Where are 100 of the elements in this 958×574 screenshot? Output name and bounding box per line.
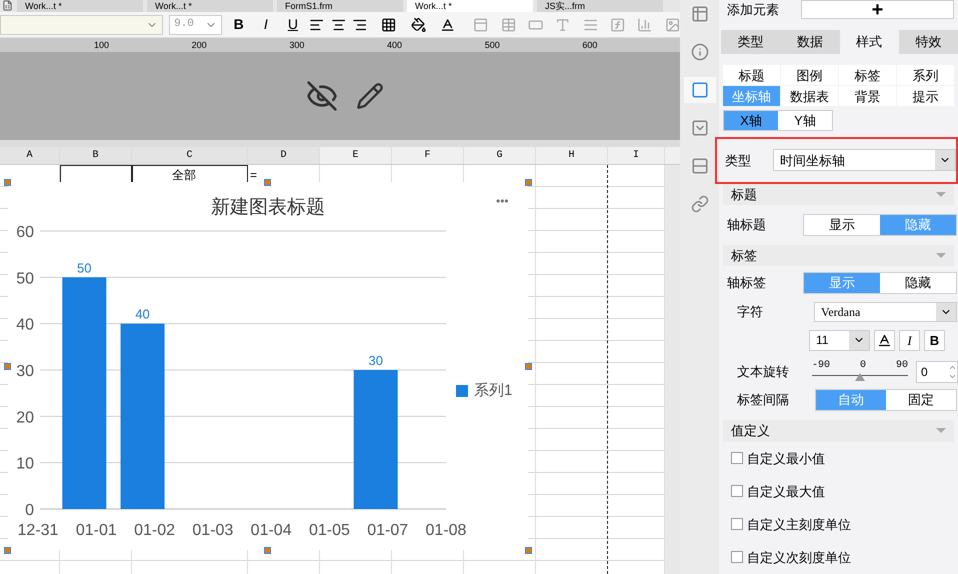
add-element-label: 添加元素 (727, 1, 779, 20)
column-header[interactable]: C (132, 147, 248, 164)
slider-tick-label: -90 (812, 361, 830, 372)
checkbox[interactable] (731, 518, 743, 530)
resize-handle[interactable] (4, 179, 11, 186)
style-tab[interactable]: 图例 (781, 65, 838, 86)
document-tab[interactable]: FormS1.frm (277, 0, 403, 12)
column-header[interactable]: F (392, 147, 464, 164)
column-header[interactable]: A (0, 147, 60, 164)
document-tab[interactable]: JS实...frm (537, 0, 663, 12)
rows-icon (690, 157, 708, 175)
panel-tab[interactable]: 数据 (780, 30, 840, 54)
style-tab[interactable]: 系列 (897, 65, 954, 86)
data-label: 50 (77, 260, 92, 276)
ruler-label: 600 (582, 39, 598, 52)
axis-label: 0 (25, 502, 34, 519)
column-header[interactable]: D (248, 147, 320, 164)
document-tab[interactable]: Work...t * (407, 0, 533, 12)
axis-label: 10 (16, 456, 34, 473)
checkbox[interactable] (731, 551, 743, 564)
link-icon (690, 195, 708, 213)
ruler-label: 100 (94, 39, 110, 52)
more-menu[interactable]: ••• (496, 192, 509, 210)
italic-button[interactable]: I (255, 14, 276, 35)
style-tab[interactable]: 数据表 (781, 86, 838, 106)
info-icon (690, 43, 708, 61)
column-header[interactable]: E (320, 147, 392, 164)
resize-handle[interactable] (4, 363, 11, 370)
document-tab[interactable]: Work...t * (17, 0, 143, 12)
axis-label: 01-05 (308, 522, 350, 539)
add-element-button[interactable]: + (801, 0, 954, 20)
style-tab[interactable]: 标题 (723, 65, 780, 86)
section-header[interactable]: 标签 (723, 244, 954, 266)
font-color-button[interactable] (874, 330, 895, 351)
bar-chart-icon[interactable] (637, 16, 653, 32)
cell-text: = (250, 167, 258, 184)
table-icon (690, 5, 708, 23)
column-header[interactable]: B (60, 147, 132, 164)
checkbox[interactable] (731, 452, 743, 464)
style-tab[interactable]: 背景 (839, 86, 896, 106)
checkbox-label: 自定义最小值 (747, 450, 825, 468)
text-icon[interactable] (555, 16, 571, 32)
resize-handle[interactable] (4, 547, 11, 554)
field-label: 字符 (737, 302, 763, 321)
resize-handle[interactable] (264, 547, 271, 554)
column-header[interactable]: I (608, 147, 665, 164)
fill-icon[interactable] (410, 16, 426, 32)
checkbox-label: 自定义次刻度单位 (747, 548, 851, 567)
document-tab[interactable]: Work...t * (147, 0, 273, 12)
font-name-field[interactable] (0, 14, 164, 34)
axis-tab[interactable]: X轴 (724, 111, 778, 130)
column-header[interactable]: H (536, 147, 608, 164)
column-header[interactable]: G (464, 147, 536, 164)
axis-tab[interactable]: Y轴 (778, 111, 832, 130)
panel-tab[interactable]: 类型 (721, 30, 780, 54)
resize-handle[interactable] (525, 547, 532, 554)
sidebar-tab[interactable] (684, 77, 716, 103)
scrollbar[interactable] (665, 165, 680, 574)
rotation-field[interactable]: 0 (916, 360, 958, 383)
font-select[interactable]: Verdana (814, 302, 957, 322)
field-label: 标签间隔 (737, 391, 789, 410)
rotation-slider[interactable] (812, 372, 908, 382)
data-label: 40 (135, 306, 150, 322)
section-header[interactable]: 值定义 (723, 420, 954, 442)
bold-button[interactable]: B (924, 330, 945, 351)
type-label: 类型 (725, 152, 751, 170)
panel-tab[interactable]: 特效 (898, 30, 958, 54)
function-icon[interactable] (610, 16, 626, 32)
eye-slash-icon[interactable] (306, 80, 338, 112)
caret-icon (936, 428, 946, 434)
axis-label: 50 (16, 270, 34, 288)
font-size-select[interactable]: 11 (809, 330, 870, 351)
checkbox-label: 自定义最大值 (747, 482, 825, 501)
resize-handle[interactable] (264, 179, 271, 186)
slider-tick-label: 0 (860, 361, 866, 372)
image-icon[interactable] (664, 16, 680, 32)
pencil-icon[interactable] (356, 82, 384, 110)
underline-button[interactable]: U (282, 14, 304, 35)
ruler-label: 500 (484, 39, 501, 52)
field-label: 文本旋转 (737, 362, 790, 381)
table-icon[interactable] (500, 16, 516, 32)
axis-label: 12-31 (18, 522, 58, 539)
border-icon[interactable] (381, 16, 397, 32)
square-icon (690, 81, 708, 99)
bold-button[interactable]: B (228, 14, 250, 35)
sheet-icon[interactable] (2, 0, 13, 11)
slider-tick-label: 90 (896, 361, 908, 372)
italic-button[interactable]: I (899, 330, 920, 351)
resize-handle[interactable] (525, 179, 532, 186)
font-color-icon[interactable] (440, 16, 456, 32)
checkbox[interactable] (731, 485, 743, 498)
field-label: 轴标题 (727, 216, 766, 234)
style-tab[interactable]: 提示 (897, 86, 954, 106)
resize-handle[interactable] (525, 363, 532, 370)
axis-type-select[interactable]: 时间坐标轴 (773, 149, 956, 172)
panel-icon[interactable] (473, 16, 489, 32)
style-tab[interactable]: 标签 (839, 65, 896, 86)
section-header[interactable]: 标题 (723, 184, 954, 206)
axis-label: 60 (16, 224, 34, 241)
slider-thumb[interactable] (855, 373, 865, 382)
